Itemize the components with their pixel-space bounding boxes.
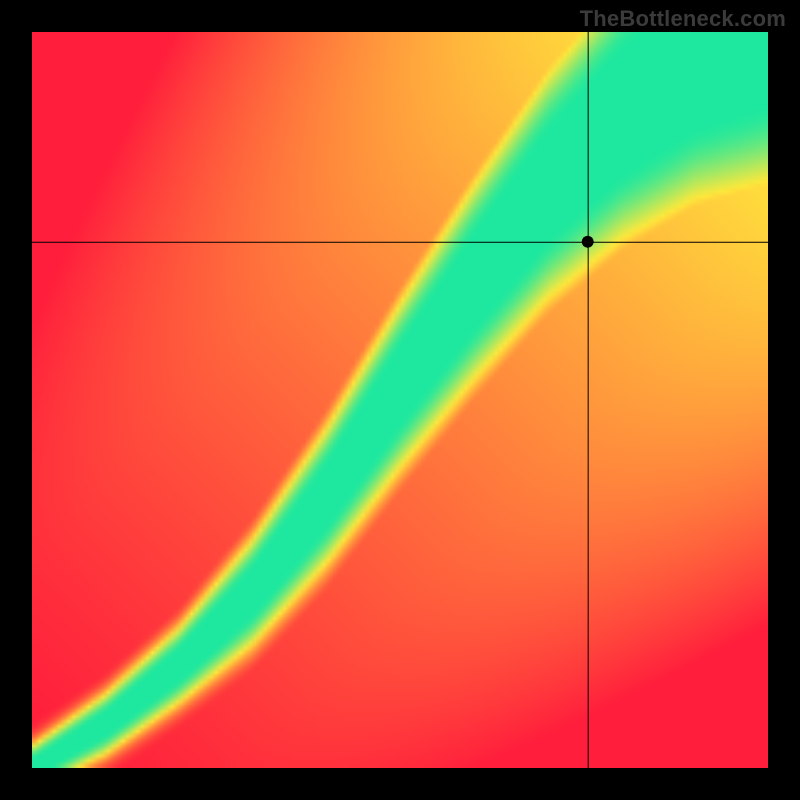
heatmap-plot	[32, 32, 768, 768]
heatmap-canvas	[32, 32, 768, 768]
chart-frame: TheBottleneck.com	[0, 0, 800, 800]
watermark-text: TheBottleneck.com	[580, 6, 786, 32]
